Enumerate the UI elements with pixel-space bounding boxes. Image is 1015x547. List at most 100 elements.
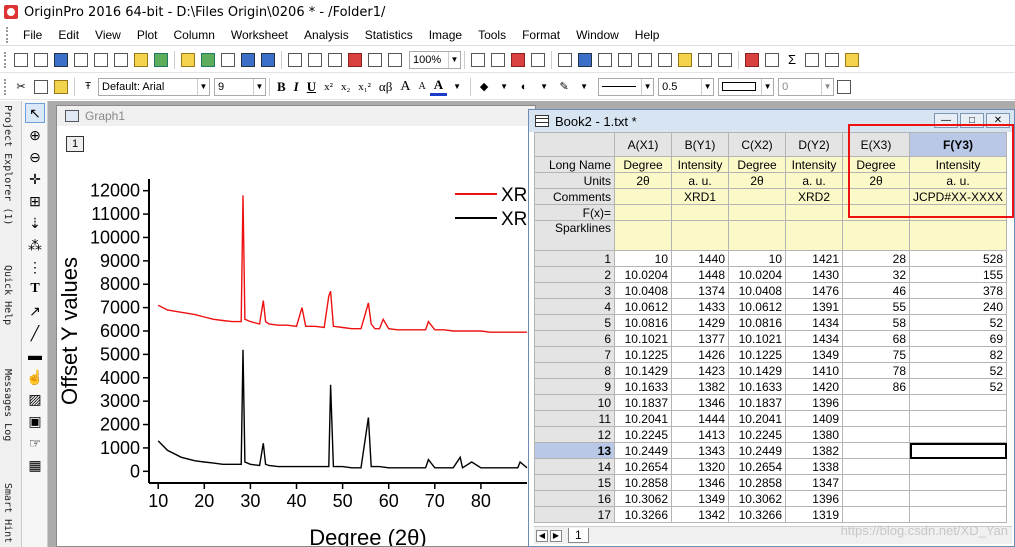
row-header[interactable]: 16 bbox=[534, 490, 615, 507]
data-cell[interactable]: 1374 bbox=[671, 282, 729, 299]
data-cell[interactable]: 1421 bbox=[785, 250, 843, 267]
import-multiple-icon[interactable] bbox=[306, 51, 324, 69]
region-tool-icon[interactable]: ▨ bbox=[25, 389, 45, 409]
row-header[interactable]: 15 bbox=[534, 474, 615, 491]
save-template-icon[interactable] bbox=[259, 51, 277, 69]
meta-cell[interactable]: 2θ bbox=[614, 172, 672, 189]
chevron-down-icon[interactable]: ▼ bbox=[197, 78, 209, 95]
data-cell[interactable]: 10.2858 bbox=[728, 474, 786, 491]
meta-cell[interactable]: XRD2 bbox=[785, 188, 843, 205]
data-cell[interactable]: 78 bbox=[842, 362, 910, 379]
data-cell[interactable]: 10.3062 bbox=[728, 490, 786, 507]
menu-analysis[interactable]: Analysis bbox=[296, 28, 357, 42]
meta-cell[interactable]: XRD1 bbox=[671, 188, 729, 205]
meta-cell[interactable] bbox=[908, 220, 1008, 251]
data-cell[interactable] bbox=[908, 394, 1008, 411]
menu-view[interactable]: View bbox=[87, 28, 129, 42]
menu-statistics[interactable]: Statistics bbox=[357, 28, 421, 42]
row-header[interactable]: 3 bbox=[534, 282, 615, 299]
data-cell[interactable]: 68 bbox=[842, 330, 910, 347]
graph-titlebar[interactable]: Graph1 bbox=[57, 106, 535, 126]
data-cell[interactable]: 10.2449 bbox=[728, 442, 786, 459]
data-cell[interactable]: 1430 bbox=[785, 266, 843, 283]
new-excel-icon[interactable] bbox=[152, 51, 170, 69]
cut-icon[interactable]: ✂ bbox=[12, 78, 30, 96]
data-cell[interactable]: 378 bbox=[908, 282, 1008, 299]
corner-cell[interactable] bbox=[534, 132, 615, 157]
data-cell[interactable] bbox=[908, 458, 1008, 475]
meta-cell[interactable]: a. u. bbox=[671, 172, 729, 189]
menu-file[interactable]: File bbox=[15, 28, 50, 42]
meta-cell[interactable]: Intensity bbox=[671, 156, 729, 173]
font-icon[interactable]: Ŧ bbox=[79, 78, 97, 96]
meta-cell[interactable] bbox=[842, 220, 910, 251]
data-cell[interactable]: 10.0408 bbox=[614, 282, 672, 299]
packages-icon[interactable] bbox=[716, 51, 734, 69]
hand-tool-icon[interactable]: ☝ bbox=[25, 367, 45, 387]
data-cell[interactable]: 86 bbox=[842, 378, 910, 395]
meta-cell[interactable]: a. u. bbox=[785, 172, 843, 189]
data-cell[interactable]: 1420 bbox=[785, 378, 843, 395]
data-cell[interactable]: 1347 bbox=[785, 474, 843, 491]
tab-messages-log[interactable]: Messages Log bbox=[2, 369, 13, 441]
data-cell[interactable]: 52 bbox=[908, 362, 1008, 379]
greek-button[interactable]: αβ bbox=[375, 79, 396, 95]
batch-plot-icon[interactable] bbox=[346, 51, 364, 69]
line-width-select[interactable]: 0.5 ▼ bbox=[658, 77, 715, 96]
menu-help[interactable]: Help bbox=[627, 28, 668, 42]
statistics-icon[interactable] bbox=[803, 51, 821, 69]
data-cell[interactable]: 10.2245 bbox=[614, 426, 672, 443]
copy-page-icon[interactable] bbox=[529, 51, 547, 69]
rectangle-tool-icon[interactable]: ▬ bbox=[25, 345, 45, 365]
script-window-icon[interactable] bbox=[656, 51, 674, 69]
pattern-icon[interactable]: ◐ bbox=[515, 78, 533, 96]
meta-cell[interactable] bbox=[671, 220, 729, 251]
data-cell[interactable]: 1410 bbox=[785, 362, 843, 379]
data-cell[interactable]: 1423 bbox=[671, 362, 729, 379]
data-cell[interactable]: 1320 bbox=[671, 458, 729, 475]
menu-plot[interactable]: Plot bbox=[129, 28, 166, 42]
row-header[interactable]: 10 bbox=[534, 394, 615, 411]
data-cell[interactable]: 528 bbox=[908, 250, 1008, 267]
chevron-down-icon[interactable]: ▼ bbox=[448, 78, 466, 96]
font-select[interactable]: Default: Arial ▼ bbox=[98, 77, 210, 96]
project-explorer-icon[interactable] bbox=[676, 51, 694, 69]
line-tool-icon[interactable]: ╱ bbox=[25, 323, 45, 343]
meta-cell[interactable] bbox=[728, 204, 786, 221]
data-cell[interactable]: 82 bbox=[908, 346, 1008, 363]
data-cell[interactable]: 1440 bbox=[671, 250, 729, 267]
import-wizard-icon[interactable] bbox=[326, 51, 344, 69]
data-cell[interactable] bbox=[908, 426, 1008, 443]
add-column-icon[interactable] bbox=[743, 51, 761, 69]
data-cell[interactable]: 10.3062 bbox=[614, 490, 672, 507]
data-cell[interactable]: 10.2654 bbox=[728, 458, 786, 475]
data-cell[interactable]: 10.1633 bbox=[614, 378, 672, 395]
data-cell[interactable]: 1343 bbox=[671, 442, 729, 459]
tab-project-explorer[interactable]: Project Explorer (1) bbox=[2, 105, 13, 225]
data-cell[interactable]: 1396 bbox=[785, 490, 843, 507]
data-cell[interactable]: 52 bbox=[908, 314, 1008, 331]
chevron-down-icon[interactable]: ▼ bbox=[761, 78, 773, 95]
data-cell[interactable]: 1426 bbox=[671, 346, 729, 363]
workbook-window[interactable]: Book2 - 1.txt * — □ ✕ A(X1) B(Y1) C(X2) D(Y… bbox=[528, 109, 1015, 547]
row-header[interactable]: 8 bbox=[534, 362, 615, 379]
tab-quick-help[interactable]: Quick Help bbox=[2, 265, 13, 325]
new-workbook-icon[interactable] bbox=[32, 51, 50, 69]
data-cell[interactable] bbox=[908, 410, 1008, 427]
data-cell[interactable]: 46 bbox=[842, 282, 910, 299]
data-cell[interactable]: 1413 bbox=[671, 426, 729, 443]
data-cell[interactable]: 1338 bbox=[785, 458, 843, 475]
results-log-icon[interactable] bbox=[576, 51, 594, 69]
data-cell[interactable]: 1434 bbox=[785, 314, 843, 331]
data-cell[interactable] bbox=[842, 474, 910, 491]
chevron-down-icon[interactable]: ▼ bbox=[821, 78, 833, 95]
data-cell[interactable]: 10.2245 bbox=[728, 426, 786, 443]
data-cell[interactable]: 1444 bbox=[671, 410, 729, 427]
meta-cell[interactable]: 2θ bbox=[728, 172, 786, 189]
data-cell[interactable]: 1448 bbox=[671, 266, 729, 283]
menu-format[interactable]: Format bbox=[514, 28, 568, 42]
data-cell[interactable]: 58 bbox=[842, 314, 910, 331]
duplicate-icon[interactable] bbox=[509, 51, 527, 69]
chevron-down-icon[interactable]: ▼ bbox=[641, 78, 653, 95]
font-size-select[interactable]: 9 ▼ bbox=[214, 77, 266, 96]
